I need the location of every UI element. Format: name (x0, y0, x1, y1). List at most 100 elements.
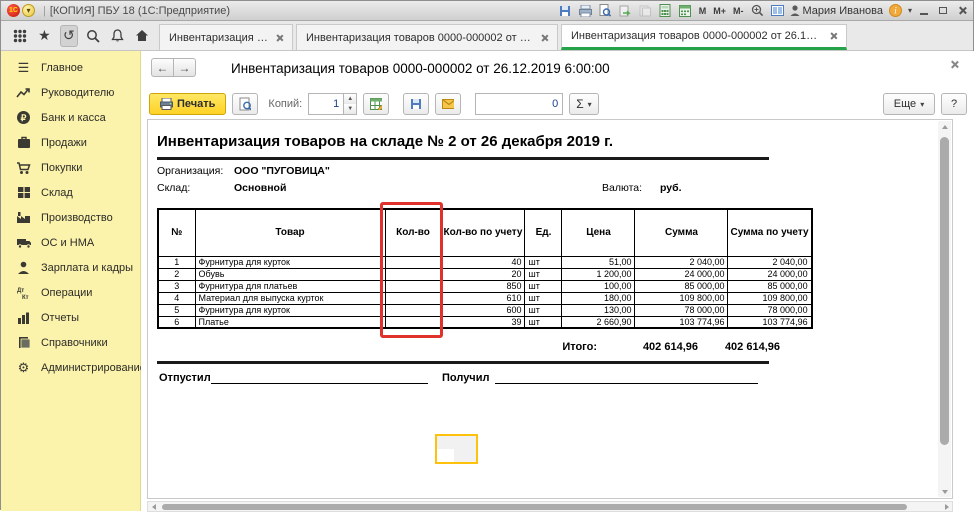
minimize-button[interactable] (917, 5, 931, 17)
tab-inventory-list[interactable]: Инвентаризация товаров (159, 24, 293, 50)
sidebar-item-bank-cash[interactable]: ₽ Банк и касса (1, 105, 140, 130)
memory-mplus-button[interactable]: M+ (712, 6, 727, 16)
print-button[interactable]: Печать (149, 93, 226, 115)
memory-mminus-button[interactable]: M- (732, 6, 745, 16)
user-icon (790, 5, 800, 16)
calendar-icon[interactable] (678, 4, 693, 18)
history-icon[interactable]: ↺ (60, 25, 79, 47)
restore-button[interactable] (936, 5, 950, 17)
table-row: 1Фурнитура для курток40шт51,002 040,002 … (158, 256, 812, 268)
sidebar-item-sales[interactable]: Продажи (1, 130, 140, 155)
svg-text:₽: ₽ (21, 113, 27, 123)
table-cell: 2 040,00 (635, 256, 728, 268)
edit-table-button[interactable] (363, 93, 389, 115)
floppy-icon (410, 98, 422, 110)
tab-close-icon[interactable] (540, 34, 548, 42)
sidebar-item-warehouse[interactable]: Склад (1, 180, 140, 205)
warehouse-row: Склад: Основной (157, 182, 190, 194)
split-columns-icon[interactable] (770, 4, 785, 18)
help-button[interactable]: ? (941, 93, 967, 115)
col-sum-accounted: Сумма по учету (728, 209, 812, 256)
close-form-icon[interactable] (950, 56, 959, 74)
table-cell: шт (525, 316, 562, 328)
table-cell: 100,00 (562, 280, 635, 292)
organization-row: Организация: ООО "ПУГОВИЦА" (157, 165, 223, 177)
tab-close-icon[interactable] (829, 32, 837, 40)
sidebar-item-fixed-assets[interactable]: ОС и НМА (1, 230, 140, 255)
trend-icon (15, 84, 32, 101)
divider (157, 361, 769, 364)
table-cell: 610 (441, 292, 525, 304)
zoom-icon[interactable] (750, 4, 765, 18)
quantity-column-annotation (380, 202, 443, 338)
sidebar-item-reports[interactable]: Отчеты (1, 305, 140, 330)
scroll-down-icon[interactable] (938, 486, 951, 497)
vscroll-thumb[interactable] (940, 137, 949, 445)
current-user[interactable]: Мария Иванова (790, 5, 883, 17)
close-button[interactable] (955, 5, 969, 17)
table-cell: шт (525, 256, 562, 268)
sidebar-item-administration[interactable]: ⚙ Администрирование (1, 355, 140, 380)
save-icon[interactable] (558, 4, 573, 18)
copies-stepper[interactable]: ▲▼ (308, 93, 357, 115)
calculator-icon[interactable] (658, 4, 673, 18)
table-cell: 85 000,00 (728, 280, 812, 292)
back-button[interactable]: ← (151, 58, 174, 77)
copy-document-icon (638, 4, 653, 18)
favorites-star-icon[interactable]: ★ (35, 25, 53, 47)
table-edit-icon (370, 98, 382, 110)
scroll-up-icon[interactable] (938, 121, 951, 132)
report-icon (15, 309, 32, 326)
tab-inventory-doc-1[interactable]: Инвентаризация товаров 0000-000002 от 26… (296, 24, 558, 50)
sidebar-item-main[interactable]: ☰ Главное (1, 55, 140, 80)
notifications-bell-icon[interactable] (108, 25, 126, 47)
tab-inventory-doc-2[interactable]: Инвентаризация товаров 0000-000002 от 26… (561, 24, 847, 50)
currency-row: Валюта: руб. (602, 182, 642, 194)
preview-button[interactable] (232, 93, 258, 115)
inventory-table-body: 1Фурнитура для курток40шт51,002 040,002 … (158, 256, 812, 328)
print-preview-icon[interactable] (598, 4, 613, 18)
sum-field[interactable] (475, 93, 563, 115)
copies-input[interactable] (308, 93, 344, 115)
save-document-button[interactable] (403, 93, 429, 115)
table-cell: 3 (158, 280, 195, 292)
email-button[interactable] (435, 93, 461, 115)
sidebar-item-operations[interactable]: ДтКт Операции (1, 280, 140, 305)
col-price: Цена (562, 209, 635, 256)
tab-close-icon[interactable] (275, 34, 283, 42)
service-info-icon[interactable]: i (888, 4, 903, 18)
table-cell: 4 (158, 292, 195, 304)
home-icon[interactable] (133, 25, 151, 47)
apps-grid-icon[interactable] (11, 25, 29, 47)
forward-button[interactable]: → (173, 58, 196, 77)
person-icon (15, 259, 32, 276)
chevron-down-icon[interactable]: ▾ (908, 6, 912, 15)
sidebar-item-purchases[interactable]: Покупки (1, 155, 140, 180)
sigma-button[interactable]: Σ ▾ (569, 93, 598, 115)
send-document-icon[interactable] (618, 4, 633, 18)
memory-m-button[interactable]: M (698, 6, 708, 16)
table-row: 6Платье39шт2 660,90103 774,96103 774,96 (158, 316, 812, 328)
svg-text:Дт: Дт (17, 288, 24, 294)
briefcase-icon (15, 134, 32, 151)
sidebar-item-payroll-hr[interactable]: Зарплата и кадры (1, 255, 140, 280)
horizontal-scrollbar[interactable] (147, 501, 953, 512)
copies-spinner[interactable]: ▲▼ (344, 93, 357, 115)
printform-title: Инвентаризация товаров на складе № 2 от … (157, 133, 613, 150)
spreadsheet-viewport: Инвентаризация товаров на складе № 2 от … (147, 119, 953, 499)
sidebar-item-manager[interactable]: Руководителю (1, 80, 140, 105)
table-cell: 2 040,00 (728, 256, 812, 268)
cell-cursor-box[interactable] (435, 434, 478, 464)
search-icon[interactable] (84, 25, 102, 47)
main-menu-button[interactable]: ▾ (22, 4, 35, 17)
warehouse-icon (15, 184, 32, 201)
table-cell: шт (525, 304, 562, 316)
sidebar-item-production[interactable]: Производство (1, 205, 140, 230)
more-button[interactable]: Еще ▾ (883, 93, 935, 115)
table-cell: 850 (441, 280, 525, 292)
hscroll-thumb[interactable] (162, 504, 907, 510)
main-area: ← → Инвентаризация товаров 0000-000002 о… (141, 51, 974, 511)
vertical-scrollbar[interactable] (938, 121, 951, 497)
sidebar-item-catalogs[interactable]: Справочники (1, 330, 140, 355)
print-icon[interactable] (578, 4, 593, 18)
